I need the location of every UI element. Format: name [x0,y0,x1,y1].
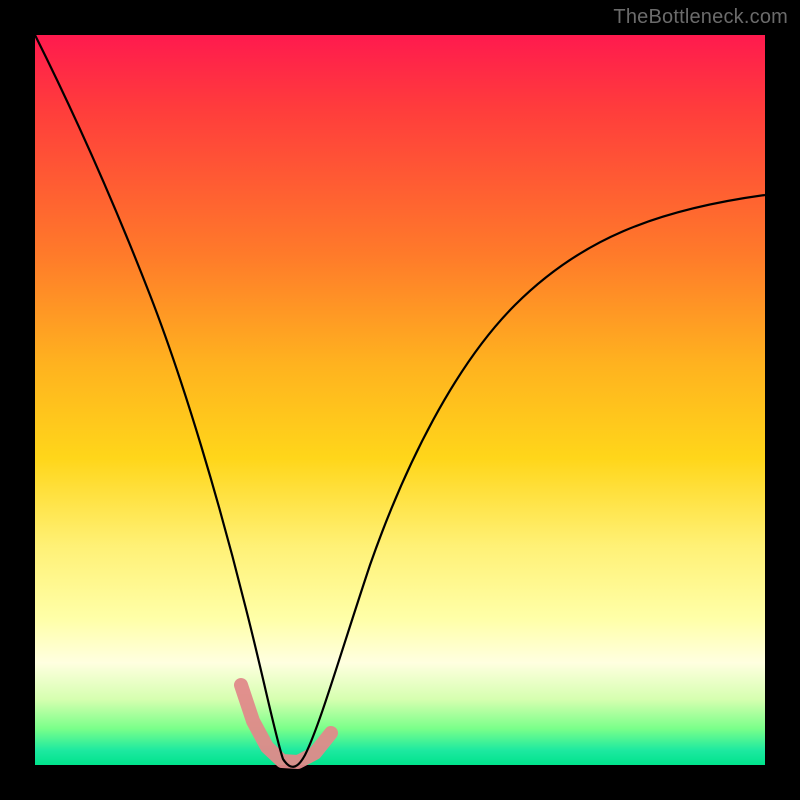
chart-outer-frame: TheBottleneck.com [0,0,800,800]
watermark-text: TheBottleneck.com [613,6,788,29]
bottleneck-curve [35,35,765,767]
chart-plot-area [35,35,765,765]
bottleneck-curve-svg [35,35,765,765]
